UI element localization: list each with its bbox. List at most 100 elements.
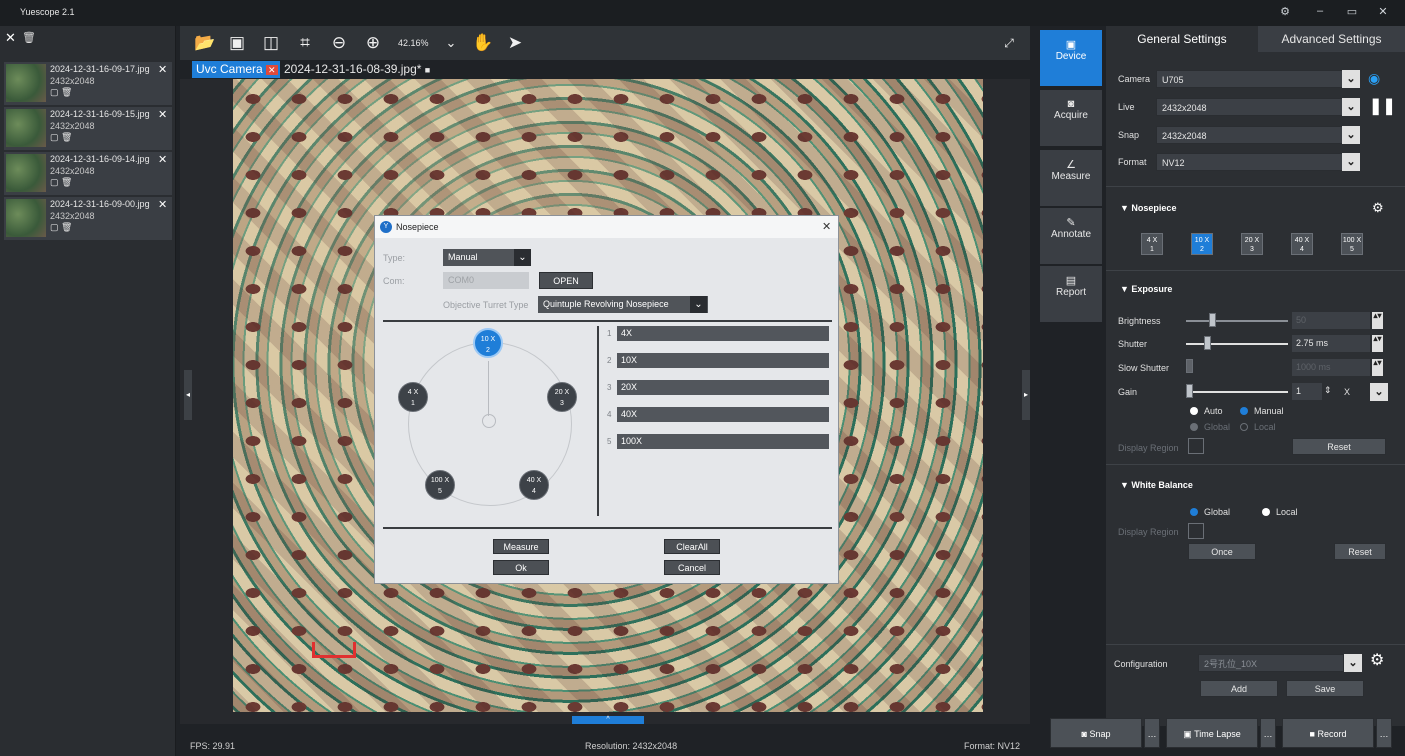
shutter-slider-track[interactable]	[1186, 343, 1288, 345]
save-config-button[interactable]: Save	[1286, 680, 1364, 697]
local-radio[interactable]	[1240, 423, 1248, 431]
zoom-out-icon[interactable]: ⊖	[328, 32, 350, 54]
format-select[interactable]: NV12	[1156, 153, 1348, 171]
zoom-in-icon[interactable]: ⊕	[362, 32, 384, 54]
chevron-down-icon[interactable]: ⌄	[690, 296, 707, 313]
shutter-value[interactable]: 2.75 ms	[1292, 335, 1370, 352]
fullscreen-icon[interactable]: ⤢	[998, 32, 1020, 54]
dialog-close-icon[interactable]: ✕	[822, 220, 831, 233]
wb-local-radio[interactable]	[1262, 508, 1270, 516]
clear-all-button[interactable]: ClearAll	[664, 539, 720, 554]
nosepiece-button-2[interactable]: 10 X2	[1191, 233, 1213, 255]
snap-options-button[interactable]: …	[1144, 718, 1160, 748]
tab-annotate[interactable]: ✎ Annotate	[1040, 208, 1102, 264]
split-view-icon[interactable]: ◫	[260, 32, 282, 54]
brightness-stepper[interactable]: ▴▾	[1372, 312, 1383, 329]
maximize-icon[interactable]: ▭	[1343, 5, 1361, 21]
pause-icon[interactable]: ❚❚	[1369, 96, 1396, 116]
global-radio[interactable]	[1190, 423, 1198, 431]
nosepiece-button-4[interactable]: 40 X4	[1291, 233, 1313, 255]
add-config-button[interactable]: Add	[1200, 680, 1278, 697]
thumbnail-item[interactable]: 2024-12-31-16-09-15.jpg 2432x2048 ▢ 🗑 ✕	[4, 107, 172, 151]
brightness-slider-track[interactable]	[1186, 320, 1288, 322]
chevron-down-icon[interactable]: ⌄	[1370, 383, 1388, 401]
close-all-icon[interactable]: ✕	[5, 30, 16, 46]
time-lapse-options-button[interactable]: …	[1260, 718, 1276, 748]
once-button[interactable]: Once	[1188, 543, 1256, 560]
pointer-icon[interactable]: ➤	[504, 32, 526, 54]
pan-hand-icon[interactable]: ✋	[472, 32, 494, 54]
brightness-value[interactable]: 50	[1292, 312, 1370, 329]
open-button[interactable]: OPEN	[539, 272, 593, 289]
thumbnail-item[interactable]: 2024-12-31-16-09-00.jpg 2432x2048 ▢ 🗑 ✕	[4, 197, 172, 241]
turret-type-select[interactable]: Quintuple Revolving Nosepiece	[538, 296, 708, 313]
thumbnail-close-icon[interactable]: ✕	[158, 153, 167, 166]
gear-icon[interactable]: ⚙	[1372, 200, 1384, 216]
chevron-down-icon[interactable]: ⌄	[514, 249, 531, 266]
nosepiece-button-1[interactable]: 4 X1	[1141, 233, 1163, 255]
time-lapse-button[interactable]: ▣ Time Lapse	[1166, 718, 1258, 748]
lens-position-1[interactable]: 4 X1	[398, 382, 428, 412]
measure-button[interactable]: Measure	[493, 539, 549, 554]
chevron-down-icon[interactable]: ⌄	[1342, 153, 1360, 171]
shutter-stepper[interactable]: ▴▾	[1372, 335, 1383, 352]
com-select[interactable]: COM0	[443, 272, 529, 289]
objective-field-3[interactable]: 20X	[617, 380, 829, 395]
lens-position-2[interactable]: 10 X2	[473, 328, 503, 358]
cancel-button[interactable]: Cancel	[664, 560, 720, 575]
tab-general-settings[interactable]: General Settings	[1106, 26, 1258, 52]
snap-button[interactable]: ◙ Snap	[1050, 718, 1142, 748]
collapse-bottom-button[interactable]: ^	[572, 716, 644, 724]
thumbnail-close-icon[interactable]: ✕	[158, 198, 167, 211]
zoom-level[interactable]: 42.16%	[398, 38, 429, 48]
record-options-button[interactable]: …	[1376, 718, 1392, 748]
thumbnail-actions-icon[interactable]: ▢ 🗑	[50, 132, 72, 143]
zoom-dropdown-icon[interactable]: ⌄	[440, 32, 462, 54]
tab-image-file[interactable]: 2024-12-31-16-08-39.jpg* ■	[284, 61, 430, 78]
thumbnail-item[interactable]: 2024-12-31-16-09-17.jpg 2432x2048 ▢ 🗑 ✕	[4, 62, 172, 106]
camera-select[interactable]: U705	[1156, 70, 1348, 88]
tab-close-icon[interactable]: ■	[425, 65, 430, 75]
crop-icon[interactable]: ⌗	[294, 32, 316, 54]
thumbnail-close-icon[interactable]: ✕	[158, 63, 167, 76]
ok-button[interactable]: Ok	[493, 560, 549, 575]
live-resolution-select[interactable]: 2432x2048	[1156, 98, 1348, 116]
gain-stepper[interactable]: ⇕	[1324, 385, 1332, 396]
thumbnail-actions-icon[interactable]: ▢ 🗑	[50, 87, 72, 98]
objective-field-2[interactable]: 10X	[617, 353, 829, 368]
slow-shutter-stepper[interactable]: ▴▾	[1372, 359, 1383, 376]
lens-position-3[interactable]: 20 X3	[547, 382, 577, 412]
configuration-select[interactable]: 2号孔位_10X	[1198, 654, 1344, 672]
wb-global-radio[interactable]	[1190, 508, 1198, 516]
settings-icon[interactable]: ⚙	[1276, 5, 1294, 21]
thumbnail-actions-icon[interactable]: ▢ 🗑	[50, 222, 72, 233]
gain-value[interactable]: 1	[1292, 383, 1322, 400]
open-folder-icon[interactable]: 📂	[194, 32, 216, 54]
auto-radio[interactable]	[1190, 407, 1198, 415]
nosepiece-button-3[interactable]: 20 X3	[1241, 233, 1263, 255]
gear-icon[interactable]: ⚙	[1370, 650, 1384, 670]
close-icon[interactable]: ✕	[1374, 5, 1392, 21]
trash-icon[interactable]: 🗑	[22, 31, 36, 44]
tab-close-icon[interactable]: ✕	[266, 65, 278, 75]
objective-field-1[interactable]: 4X	[617, 326, 829, 341]
collapse-right-button[interactable]: ▸	[1022, 370, 1030, 420]
chevron-down-icon[interactable]: ⌄	[1342, 70, 1360, 88]
tab-measure[interactable]: ∠ Measure	[1040, 150, 1102, 206]
type-select[interactable]: Manual	[443, 249, 521, 266]
tab-uvc-camera[interactable]: Uvc Camera ✕	[192, 61, 280, 78]
snap-resolution-select[interactable]: 2432x2048	[1156, 126, 1348, 144]
lens-position-5[interactable]: 100 X5	[425, 470, 455, 500]
thumbnail-close-icon[interactable]: ✕	[158, 108, 167, 121]
brightness-slider-handle[interactable]	[1209, 313, 1216, 327]
gain-slider-track[interactable]	[1190, 391, 1288, 393]
minimize-icon[interactable]: –	[1311, 5, 1329, 21]
slow-shutter-value[interactable]: 1000 ms	[1292, 359, 1370, 376]
thumbnail-item[interactable]: 2024-12-31-16-09-14.jpg 2432x2048 ▢ 🗑 ✕	[4, 152, 172, 196]
tab-report[interactable]: ▤ Report	[1040, 266, 1102, 322]
tab-acquire[interactable]: ◙ Acquire	[1040, 90, 1102, 146]
record-button[interactable]: ■ Record	[1282, 718, 1374, 748]
chevron-down-icon[interactable]: ⌄	[1342, 98, 1360, 116]
tab-advanced-settings[interactable]: Advanced Settings	[1258, 26, 1405, 52]
shutter-slider-handle[interactable]	[1204, 336, 1211, 350]
